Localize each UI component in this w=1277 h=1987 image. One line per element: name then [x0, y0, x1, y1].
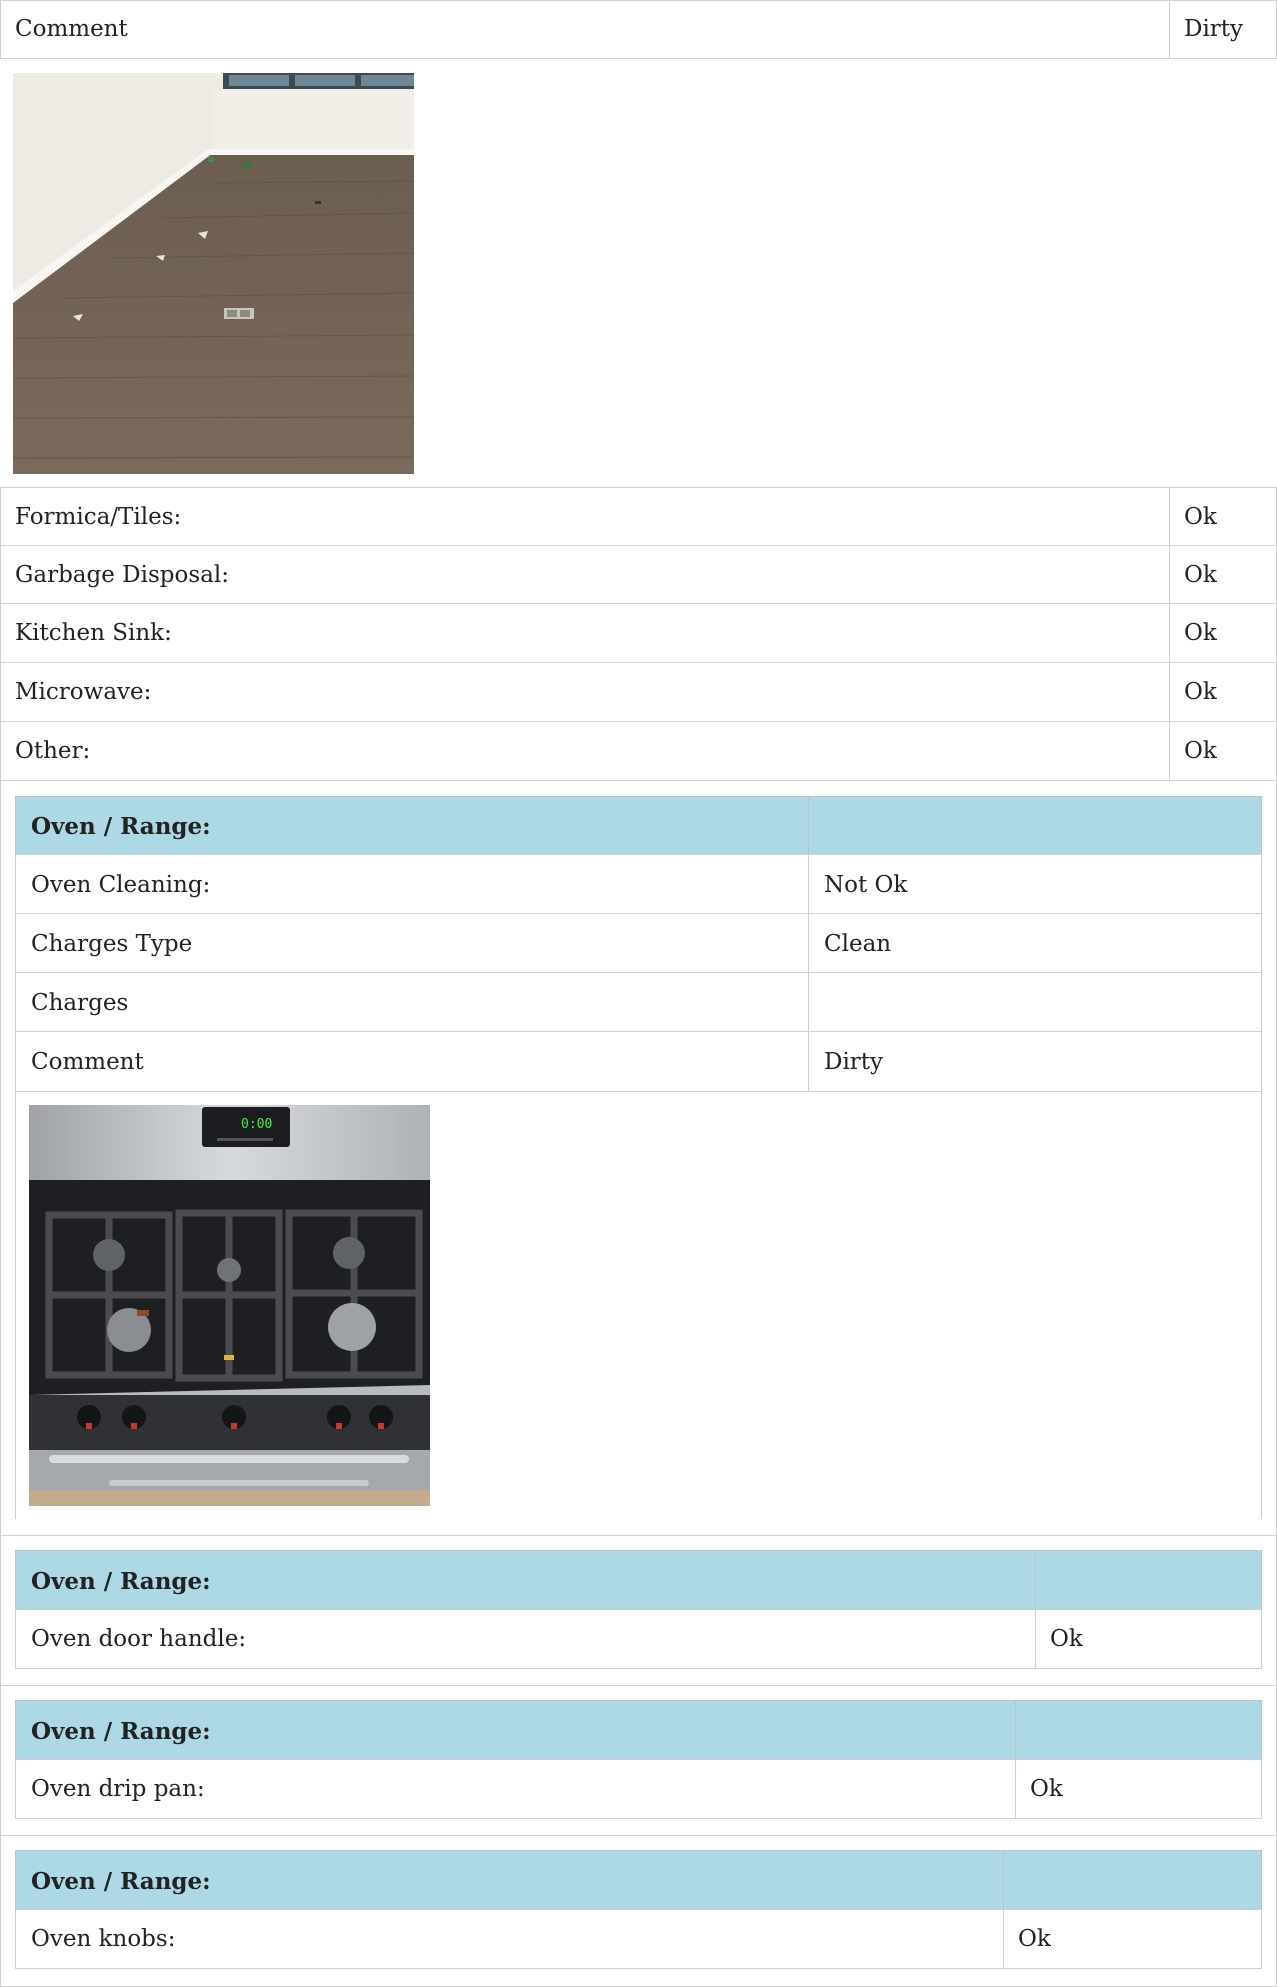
section-header-blank [1003, 1850, 1262, 1911]
item-value: Ok [1184, 504, 1217, 530]
row-value-cell: Ok [1003, 1909, 1262, 1969]
row-value-cell: Clean [808, 913, 1262, 974]
table-row: Charges [15, 972, 810, 1033]
section-title: Oven / Range: [31, 813, 211, 840]
comment-label: Comment [15, 16, 128, 42]
stove-photo-drawing: 0:00 [29, 1105, 430, 1506]
item-value-cell: Ok [1169, 721, 1277, 781]
section-title: Oven / Range: [31, 1868, 211, 1895]
section-header-blank [1035, 1550, 1262, 1611]
section-header: Oven / Range: [15, 1700, 1017, 1761]
row-label: Oven door handle: [31, 1626, 247, 1652]
row-value-cell [808, 972, 1262, 1033]
floor-photo [13, 73, 414, 474]
row-label: Charges Type [31, 931, 193, 957]
row-value: Clean [824, 931, 892, 957]
section-title: Oven / Range: [31, 1718, 211, 1745]
section-header-blank [808, 796, 1262, 856]
item-label: Formica/Tiles: [15, 504, 182, 530]
row-value-cell: Dirty [808, 1031, 1262, 1092]
stove-display-readout: 0:00 [241, 1117, 272, 1132]
table-row: Oven drip pan: [15, 1759, 1017, 1819]
item-row-garbage-disposal: Garbage Disposal: [0, 545, 1171, 605]
item-row-formica: Formica/Tiles: [0, 487, 1171, 547]
item-value: Ok [1184, 738, 1217, 764]
table-row: Comment [15, 1031, 810, 1092]
section-header: Oven / Range: [15, 1550, 1037, 1611]
item-label: Kitchen Sink: [15, 620, 172, 646]
section-header: Oven / Range: [15, 1850, 1005, 1911]
row-label: Oven Cleaning: [31, 872, 211, 898]
row-label: Comment [31, 1049, 144, 1075]
section-title: Oven / Range: [31, 1568, 211, 1595]
item-value: Ok [1184, 562, 1217, 588]
comment-label-cell: Comment [0, 0, 1171, 59]
item-label: Garbage Disposal: [15, 562, 229, 588]
item-label: Other: [15, 738, 91, 764]
row-value-cell: Ok [1015, 1759, 1262, 1819]
comment-value-cell: Dirty [1169, 0, 1277, 59]
row-label: Oven drip pan: [31, 1776, 205, 1802]
item-label: Microwave: [15, 679, 152, 705]
item-row-microwave: Microwave: [0, 662, 1171, 722]
item-value-cell: Ok [1169, 603, 1277, 663]
table-row: Charges Type [15, 913, 810, 974]
row-label: Oven knobs: [31, 1926, 176, 1952]
item-value: Ok [1184, 620, 1217, 646]
row-value-cell: Ok [1035, 1609, 1262, 1669]
row-value: Dirty [824, 1049, 884, 1075]
table-row: Oven door handle: [15, 1609, 1037, 1669]
item-value-cell: Ok [1169, 487, 1277, 547]
item-row-kitchen-sink: Kitchen Sink: [0, 603, 1171, 663]
row-label: Charges [31, 990, 129, 1016]
row-value-cell: Not Ok [808, 854, 1262, 915]
table-row: Oven Cleaning: [15, 854, 810, 915]
table-row: Oven knobs: [15, 1909, 1005, 1969]
row-value: Ok [1050, 1626, 1083, 1652]
item-value: Ok [1184, 679, 1217, 705]
comment-value: Dirty [1184, 16, 1244, 42]
item-value-cell: Ok [1169, 545, 1277, 605]
item-row-other: Other: [0, 721, 1171, 781]
row-value: Ok [1030, 1776, 1063, 1802]
row-value: Ok [1018, 1926, 1051, 1952]
section-header: Oven / Range: [15, 796, 810, 856]
floor-photo-drawing [13, 73, 414, 474]
item-value-cell: Ok [1169, 662, 1277, 722]
stove-photo: 0:00 [29, 1105, 430, 1506]
section-header-blank [1015, 1700, 1262, 1761]
row-value: Not Ok [824, 872, 908, 898]
